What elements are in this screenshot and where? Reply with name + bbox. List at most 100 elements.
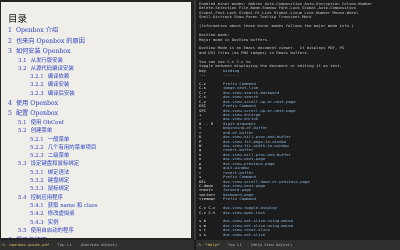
help-binding[interactable]: doc-view-scroll-down-or-previous-page	[223, 180, 310, 184]
help-binding[interactable]: backward-page	[223, 193, 253, 197]
toc-entry[interactable]: 3.2.3 编译后安装	[8, 90, 188, 98]
toc-entry[interactable]: 3.2.1 编译依赖	[8, 73, 188, 81]
help-binding[interactable]: doc-view-fit-width-to-window	[223, 144, 289, 148]
toc-entry[interactable]: 5.3 设定键盘和鼠标绑定	[8, 160, 188, 168]
help-binding[interactable]: doc-view-search	[223, 95, 258, 99]
toc-entry-number: 3	[8, 48, 12, 55]
help-text: (Information about these minor modes fol…	[199, 24, 354, 29]
toc-entry[interactable]: 1 Openbox 介绍	[8, 25, 188, 36]
help-key: ---	[199, 73, 207, 77]
help-binding[interactable]: Prefix Command	[223, 104, 256, 108]
toc-entry[interactable]: 6 提示与技巧	[8, 235, 188, 238]
toc-entry-number: 5.4.1	[30, 202, 44, 209]
toc-entry-number: 3.1	[18, 57, 27, 64]
help-text: Shell-Dirtrack Show-Paren Tooltip Transi…	[199, 15, 312, 20]
pdf-mode-line: -%- openbox-guide.pdf Top L1 (DocView Ad…	[0, 240, 194, 250]
toc-entry-number: 6	[8, 236, 12, 238]
toc-entry[interactable]: 3 如何安装 Openbox	[8, 46, 188, 57]
help-binding[interactable]: doc-view-enlarge	[223, 113, 260, 117]
toc-entry-number: 5.4	[18, 194, 27, 201]
help-binding[interactable]: image-next-line	[223, 86, 258, 90]
toc-entry-text: 使用 Openbox	[15, 99, 59, 107]
toc-entry[interactable]: 3.2.2 编译安装	[8, 81, 188, 89]
toc-entry-number: 3.2	[18, 65, 27, 72]
toc-entry-number: 1	[8, 27, 12, 34]
toc-entry-text: 编译安装	[47, 82, 70, 89]
toc-entry[interactable]: 5.4 控制应用程序	[8, 194, 188, 202]
help-binding[interactable]: end-of-buffer	[223, 131, 253, 135]
help-binding[interactable]: doc-view-shrink	[223, 117, 258, 121]
toc-entry-text: 绑定语法	[47, 169, 70, 176]
toc-entry-text: 从源代码编译安装	[30, 65, 74, 72]
help-binding[interactable]: digit-argument	[223, 122, 256, 126]
help-binding[interactable]: binding	[223, 69, 239, 73]
help-mode-line: -%- *Help* Top L1 (Help View Adjust)	[196, 240, 400, 250]
toc-entry[interactable]: 5.3.1 绑定语法	[8, 169, 188, 177]
toc-entry-number: 5.3.3	[30, 186, 44, 193]
pdf-viewer-pane[interactable]: 目录 1 Openbox 介绍 2 也来向 Openbox 的原因 3 如何安装 Open…	[0, 0, 194, 240]
toc-entry[interactable]: 4 使用 Openbox	[8, 98, 188, 109]
toc-entry[interactable]: 5.5 使用自启动的程序	[8, 227, 188, 235]
help-binding[interactable]: doc-view-set-slice-using-mouse	[223, 224, 293, 228]
toc-entry-number: 3.2.3	[30, 90, 44, 97]
help-binding[interactable]: revert-buffer	[223, 171, 253, 175]
help-key: <remap>	[199, 197, 216, 202]
toc-entry[interactable]: 5.3.2 键盘绑定	[8, 177, 188, 185]
toc-entry-number: 5.5	[18, 227, 27, 234]
toc-entry-text: 编译依赖	[47, 74, 70, 81]
help-binding[interactable]: doc-view-next-page	[223, 157, 265, 161]
toc-entry-text: 也来向 Openbox 的原因	[15, 37, 85, 45]
help-position: Top L1	[227, 242, 242, 247]
help-binding[interactable]: quit-window	[223, 166, 249, 170]
toc-entry-number: 4	[8, 99, 12, 107]
toc-entry[interactable]: 5.4.2 修改虚拟桌	[8, 210, 188, 218]
toc-entry[interactable]: 5.3.3 鼠标绑定	[8, 185, 188, 193]
toc-entry[interactable]: 5.2.3 二级菜单	[8, 152, 188, 160]
help-binding[interactable]: revert-buffer	[223, 148, 253, 152]
help-binding[interactable]: forward-page	[223, 188, 251, 192]
help-binding[interactable]: doc-view-fit-page-to-window	[223, 140, 286, 144]
help-binding[interactable]: doc-view-scroll-up-or-next-page	[223, 100, 296, 104]
toc-entry[interactable]: 5.4.3 实例	[8, 219, 188, 227]
toc-entry[interactable]: 5.1 使用 ObConf	[8, 119, 188, 127]
help-binding[interactable]: doc-view-next-page	[223, 184, 265, 188]
help-binding[interactable]: -------	[223, 73, 239, 77]
help-binding[interactable]: doc-view-reset-slice	[223, 228, 270, 232]
toc-entry-number: 5.4.2	[30, 211, 44, 218]
toc-entry[interactable]: 5.2.2 几个有用的菜单项目	[8, 144, 188, 152]
toc-entry[interactable]: 5 配置 Openbox	[8, 108, 188, 119]
emacs-frame: 目录 1 Openbox 介绍 2 也来向 Openbox 的原因 3 如何安装 Open…	[0, 0, 400, 250]
toc-entry-number: 5.2	[18, 128, 27, 135]
help-text: You can use C-c C-c to	[199, 59, 251, 64]
help-binding[interactable]: doc-view-set-slice	[223, 233, 265, 237]
help-binding[interactable]: doc-view-open-text	[223, 211, 265, 215]
toc-entry-text: 配置 Openbox	[15, 110, 59, 118]
help-binding[interactable]: Prefix Command	[223, 197, 256, 201]
toc-entry[interactable]: 5.2.1 一般菜单	[8, 136, 188, 144]
pdf-page[interactable]: 目录 1 Openbox 介绍 2 也来向 Openbox 的原因 3 如何安装 Open…	[1, 2, 191, 238]
help-binding[interactable]: doc-view-set-slice-using-mouse	[223, 219, 293, 223]
help-pane[interactable]: Enabled minor modes: Abbrev Auto-Composi…	[196, 0, 400, 240]
help-binding[interactable]: Prefix Command	[223, 175, 256, 179]
help-binding[interactable]: Prefix Command	[223, 82, 256, 86]
help-text: Delete-Selection File-Name-Shadow Font-L…	[199, 6, 356, 11]
help-key: C-c C-t	[199, 210, 216, 215]
toc-entry-number: 5.3	[18, 161, 27, 168]
help-text: DocView Mode is an Emacs document viewer…	[199, 46, 345, 51]
toc-entry[interactable]: 5.4.1 获取 name 和 class	[8, 202, 188, 210]
help-binding[interactable]: doc-view-kill-proc-and-buffer	[223, 135, 291, 139]
toc-entry-text: 二级菜单	[47, 153, 70, 160]
toc-entry[interactable]: 3.1 从发行版安装	[8, 57, 188, 65]
toc-entry-number: 2	[8, 37, 12, 45]
help-binding[interactable]: beginning-of-buffer	[223, 126, 268, 130]
help-binding[interactable]: doc-view-previous-page	[223, 162, 275, 166]
toc-entry[interactable]: 5.2 创建菜单	[8, 127, 188, 135]
toc-entry[interactable]: 3.2 从源代码编译安装	[8, 65, 188, 73]
help-binding[interactable]: doc-view-scroll-up-or-next-page	[223, 109, 296, 113]
help-binding[interactable]: doc-view-toggle-display	[223, 206, 277, 210]
toc-entry-text: 实例	[47, 219, 59, 226]
help-binding[interactable]: doc-view-search-backward	[223, 91, 279, 95]
toc-entry-text: Openbox 介绍	[15, 27, 59, 34]
toc-entry[interactable]: 2 也来向 Openbox 的原因	[8, 36, 188, 47]
help-binding[interactable]: doc-view-kill-proc-and-buffer	[223, 153, 291, 157]
